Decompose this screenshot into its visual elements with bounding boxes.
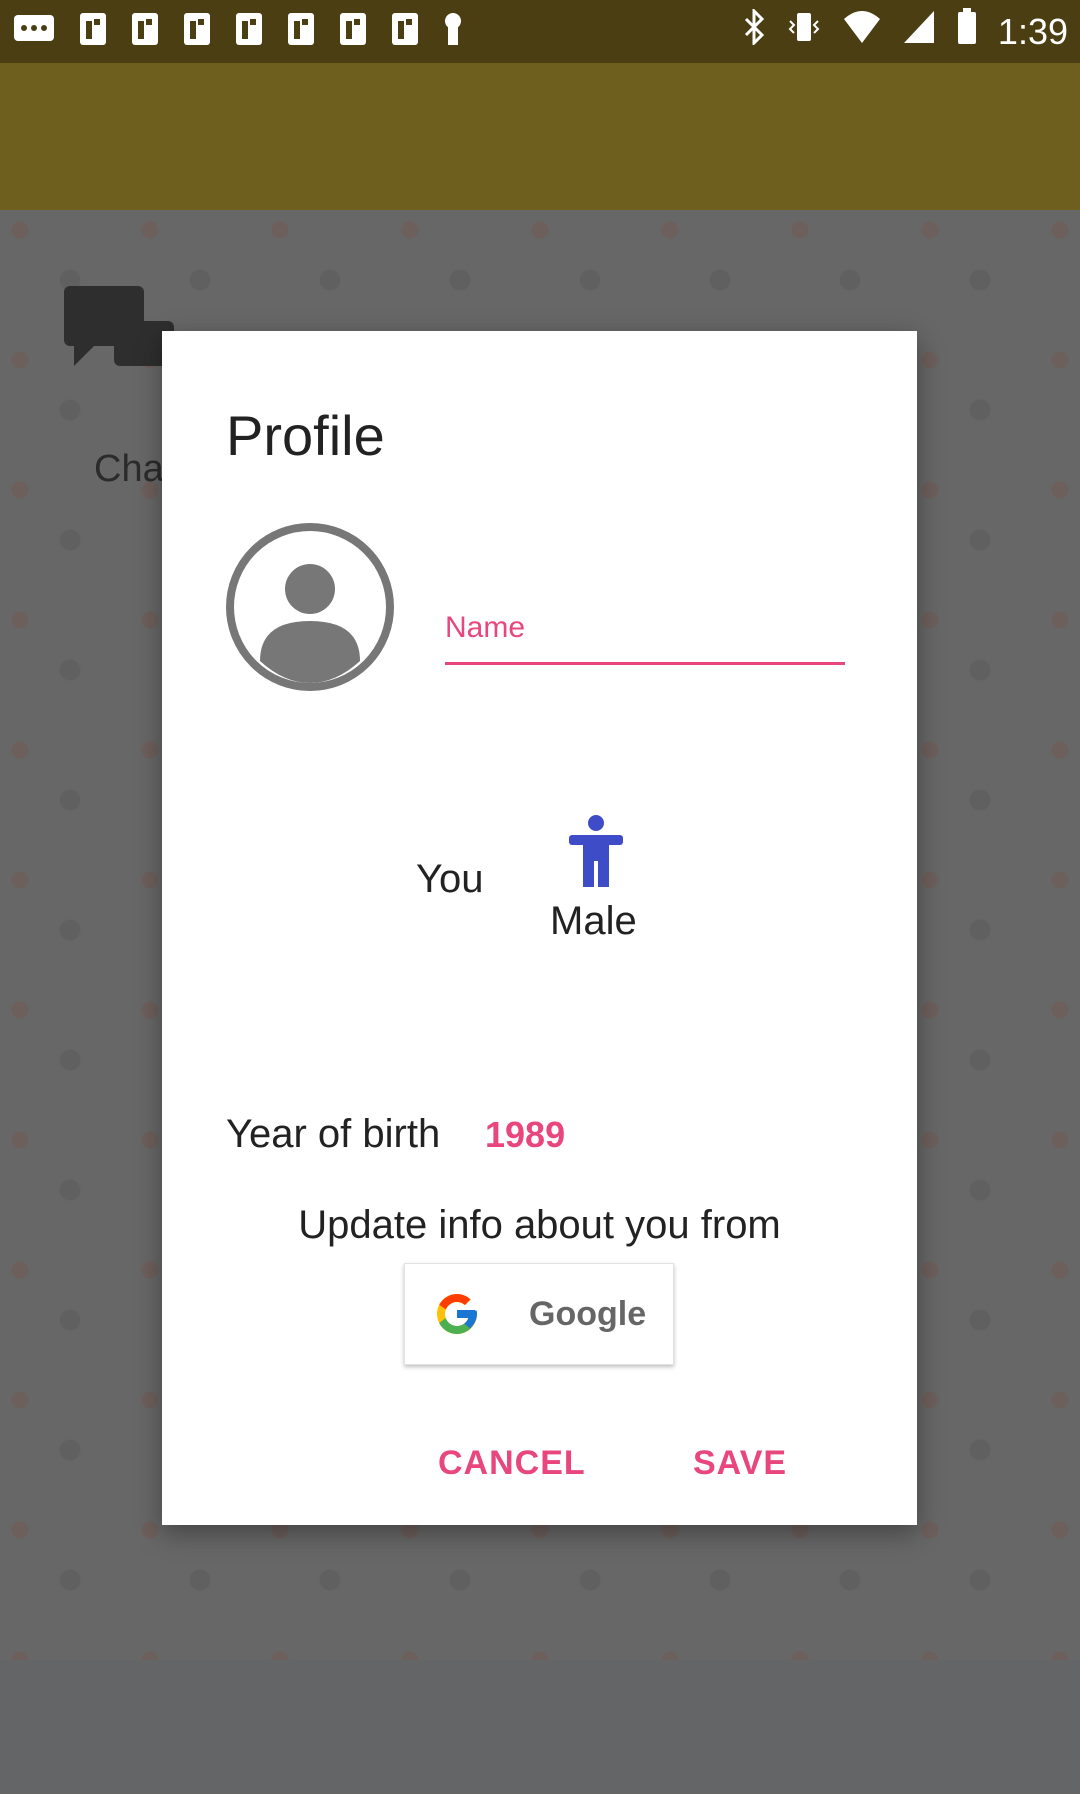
notification-icon (338, 11, 368, 52)
notification-icon (390, 11, 420, 52)
notification-icons (12, 11, 464, 52)
gender-value[interactable]: Male (550, 899, 637, 944)
name-input[interactable] (445, 601, 845, 665)
save-button[interactable]: SAVE (693, 1444, 787, 1483)
bluetooth-icon (742, 7, 766, 54)
birth-year-label: Year of birth (226, 1112, 441, 1156)
update-info-text: Update info about you from (298, 1203, 781, 1247)
message-icon (12, 13, 56, 50)
notification-icon (286, 11, 316, 52)
google-button-label: Google (529, 1294, 647, 1333)
status-bar: 1:39 (0, 0, 1080, 63)
google-logo-icon (437, 1294, 477, 1334)
notification-icon (130, 11, 160, 52)
app-bar (0, 63, 1080, 210)
system-icons: 1:39 (742, 7, 1068, 55)
notification-icon (182, 11, 212, 52)
google-sign-in-button[interactable]: Google (404, 1263, 674, 1365)
avatar-icon[interactable] (226, 523, 394, 691)
bottom-area (0, 1660, 1080, 1794)
vibrate-icon (786, 9, 822, 54)
lock-icon (442, 11, 464, 52)
birth-year-value[interactable]: 1989 (485, 1114, 565, 1156)
notification-icon (234, 11, 264, 52)
notification-icon (78, 11, 108, 52)
status-time: 1:39 (997, 10, 1068, 52)
wifi-icon (842, 9, 882, 54)
dialog-title: Profile (226, 404, 385, 467)
chat-icon (64, 286, 174, 376)
battery-icon (956, 8, 978, 55)
cancel-button[interactable]: CANCEL (438, 1444, 586, 1483)
gender-you-label: You (416, 857, 484, 901)
signal-icon (902, 9, 936, 54)
male-person-icon[interactable] (565, 815, 627, 887)
profile-dialog: Profile You Male Year of birth 1989 Upda… (162, 331, 917, 1525)
background-chat-label: Cha (94, 448, 164, 490)
